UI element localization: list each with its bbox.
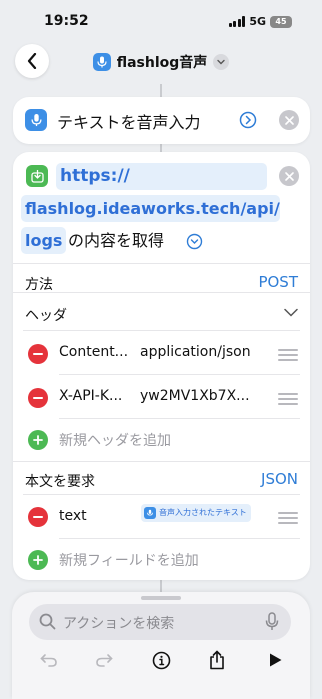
download-icon (26, 165, 48, 187)
add-header-button[interactable] (28, 430, 48, 450)
field-key[interactable]: text (59, 508, 87, 524)
remove-header-button[interactable] (28, 344, 48, 364)
remove-action-button[interactable] (279, 110, 299, 130)
add-header-label: 新規ヘッダを追加 (59, 433, 171, 449)
method-value[interactable]: POST (258, 273, 298, 291)
redo-icon (96, 654, 113, 667)
header-value[interactable]: yw2MV1Xb7X... (140, 388, 250, 404)
nav-bar: flashlog音声 (0, 42, 322, 82)
microphone-icon (144, 507, 156, 519)
plus-icon (33, 555, 43, 565)
header-key[interactable]: Content... (59, 344, 128, 360)
reorder-handle[interactable] (278, 512, 298, 527)
microphone-icon (92, 53, 111, 71)
add-field-button[interactable] (28, 550, 48, 570)
undo-icon (40, 654, 57, 667)
microphone-icon[interactable] (265, 612, 279, 631)
remove-field-button[interactable] (28, 507, 48, 527)
sheet-drag-handle[interactable] (141, 596, 181, 600)
header-row[interactable]: Content... application/json (13, 330, 310, 374)
add-field-row[interactable]: 新規フィールドを追加 (13, 538, 310, 580)
redo-button[interactable] (91, 647, 117, 673)
battery-icon: 45 (270, 15, 292, 28)
header-row[interactable]: X-API-K... yw2MV1Xb7X... (13, 374, 310, 418)
url-suffix-text: の内容を取得 (68, 231, 165, 250)
status-bar: 19:52 5G 45 (0, 0, 322, 42)
remove-header-button[interactable] (28, 388, 48, 408)
body-label: 本文を要求 (25, 474, 95, 490)
chevron-down-icon (213, 54, 230, 70)
connector-line (160, 84, 162, 97)
body-type-value[interactable]: JSON (261, 470, 298, 488)
run-button[interactable] (262, 647, 288, 673)
close-icon (284, 115, 294, 125)
reorder-handle[interactable] (278, 393, 298, 408)
search-icon (39, 613, 56, 630)
url-token-part2[interactable]: flashlog.ideaworks.tech/api/ (21, 195, 280, 222)
dictated-text-variable-token[interactable]: 音声入力されたテキスト (141, 504, 251, 522)
info-button[interactable] (148, 647, 174, 673)
shortcut-title-button[interactable]: flashlog音声 (0, 52, 322, 72)
share-icon (210, 650, 224, 670)
play-icon (269, 653, 281, 667)
network-label: 5G (249, 15, 266, 28)
chevron-down-circle-icon[interactable] (186, 233, 203, 250)
action-search-input[interactable]: アクションを検索 (29, 604, 291, 640)
add-field-label: 新規フィールドを追加 (59, 553, 199, 569)
url-token-part1[interactable]: https:// (56, 163, 267, 190)
undo-button[interactable] (36, 647, 62, 673)
reorder-handle[interactable] (278, 349, 298, 364)
remove-action-button[interactable] (279, 166, 299, 186)
variable-token-label: 音声入力されたテキスト (159, 508, 247, 517)
search-placeholder: アクションを検索 (63, 616, 175, 632)
action-title: テキストを音声入力 (57, 113, 201, 132)
action-search-sheet: アクションを検索 (12, 592, 310, 699)
url-token-part3[interactable]: logs (21, 227, 67, 254)
headers-label: ヘッダ (25, 308, 67, 324)
chevron-right-circle-icon[interactable] (239, 111, 257, 129)
body-field-row[interactable]: text 音声入力されたテキスト (13, 494, 310, 538)
status-indicators: 5G 45 (228, 15, 292, 28)
connector-line (160, 144, 162, 152)
status-time: 19:52 (44, 13, 89, 29)
info-icon (152, 651, 170, 669)
chevron-down-icon[interactable] (284, 308, 298, 317)
get-url-contents-action: https:// flashlog.ideaworks.tech/api/ lo… (13, 152, 310, 580)
method-label: 方法 (25, 277, 53, 293)
close-icon (284, 171, 294, 181)
dictate-text-action[interactable]: テキストを音声入力 (13, 97, 310, 144)
plus-icon (33, 435, 43, 445)
signal-icon (228, 16, 246, 27)
header-key[interactable]: X-API-K... (59, 388, 122, 404)
add-header-row[interactable]: 新規ヘッダを追加 (13, 418, 310, 462)
bottom-toolbar (12, 647, 310, 677)
microphone-icon (25, 109, 47, 131)
share-button[interactable] (204, 647, 230, 673)
header-value[interactable]: application/json (140, 344, 251, 360)
nav-title: flashlog音声 (116, 55, 208, 71)
